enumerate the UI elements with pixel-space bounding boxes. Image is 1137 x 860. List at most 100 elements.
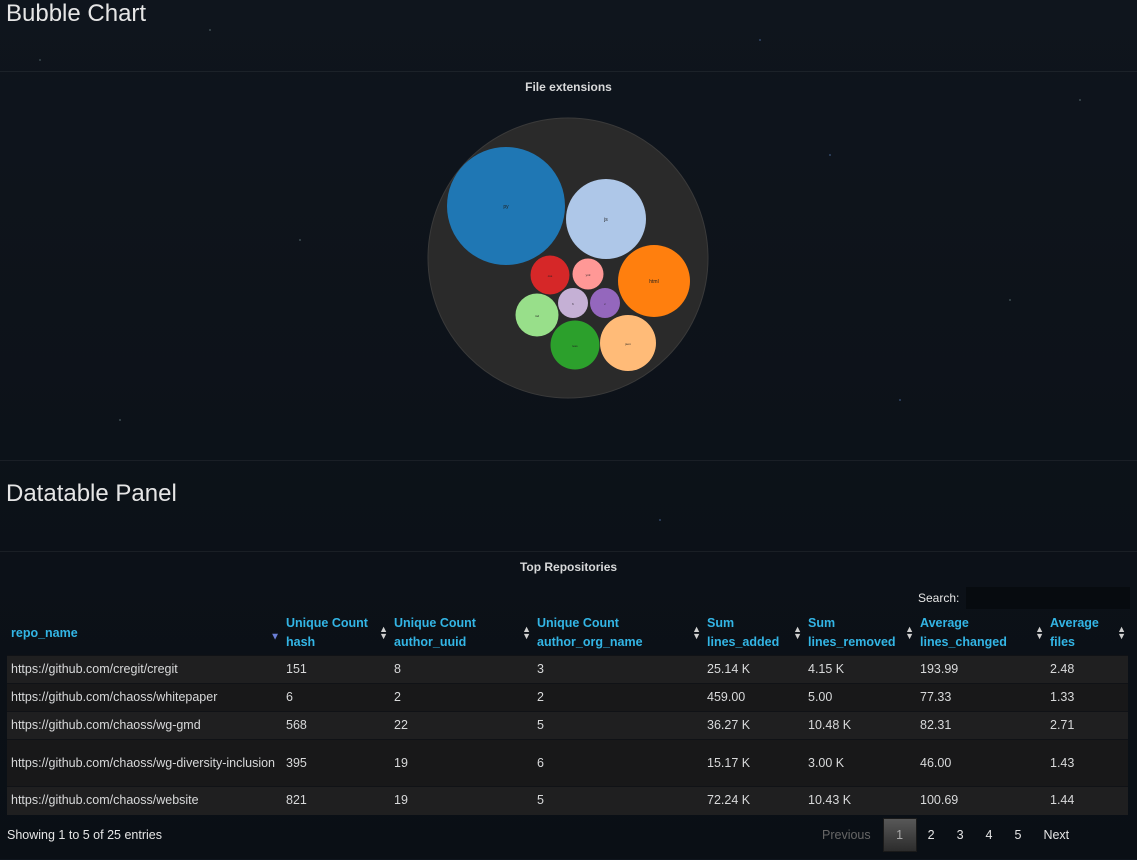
table-cell: 22 [390,711,533,740]
repositories-table: repo_name ▼ Unique Count hash ▲ ▼ Unique Count… [7,611,1128,815]
table-cell: 3 [533,655,703,684]
column-header-author-org-name[interactable]: Unique Count author_org_name ▲ ▼ [533,611,703,656]
column-header-label: Sum [707,616,735,630]
sort-icon[interactable]: ▲ ▼ [1117,625,1126,641]
next-page-button[interactable]: Next [1032,819,1080,851]
sort-icon[interactable]: ▲ ▼ [1035,625,1044,641]
sort-icon[interactable]: ▲ ▼ [522,625,531,641]
table-cell: 1.43 [1046,739,1128,787]
table-cell: 395 [282,739,390,787]
table-cell: 2 [533,683,703,712]
table-cell: 3.00 K [804,739,916,787]
column-header-author-uuid[interactable]: Unique Count author_uuid ▲ ▼ [390,611,533,656]
table-cell: 72.24 K [703,786,804,815]
bubble-label-md: md [535,314,539,318]
bubble-row-title[interactable]: Bubble Chart [6,0,146,28]
table-cell: 2 [390,683,533,712]
table-cell: 100.69 [916,786,1046,815]
column-header-sublabel: author_org_name [537,635,643,649]
search-label: Search: [918,591,960,605]
table-cell: 46.00 [916,739,1046,787]
table-cell: 1.44 [1046,786,1128,815]
bubble-label-yml: yml [586,273,591,277]
bubble-label-json: json [624,342,631,346]
table-cell: 5 [533,786,703,815]
column-header-label: Unique Count [537,616,619,630]
table-header-row: repo_name ▼ Unique Count hash ▲ ▼ Unique Count… [7,611,1128,656]
panel-title[interactable]: Top Repositories [0,560,1137,574]
table-cell: 19 [390,739,533,787]
bubble-label-less: less [572,344,578,348]
table-row: https://github.com/cregit/cregit 151 8 3 25.… [7,655,1128,684]
bubble-label-js: js [603,217,608,223]
table-cell: 5 [533,711,703,740]
table-cell: 568 [282,711,390,740]
table-cell: 1.33 [1046,683,1128,712]
column-header-sublabel: lines_added [707,635,780,649]
sort-icon[interactable]: ▲ ▼ [692,625,701,641]
table-cell: 15.17 K [703,739,804,787]
table-cell: 82.31 [916,711,1046,740]
previous-page-button[interactable]: Previous [810,819,883,851]
repo-name-cell: https://github.com/chaoss/wg-gmd [7,711,282,740]
table-cell: 4.15 K [804,655,916,684]
sort-icon[interactable]: ▲ ▼ [379,625,388,641]
table-cell: 821 [282,786,390,815]
sort-icon[interactable]: ▲ ▼ [905,625,914,641]
page-2-button[interactable]: 2 [917,819,946,851]
bubble-label-html: html [649,279,658,285]
column-header-label: Average [1050,616,1099,630]
sort-icon[interactable]: ▲ ▼ [793,625,802,641]
table-cell: 8 [390,655,533,684]
page-1-button[interactable]: 1 [882,818,917,852]
column-header-sublabel: author_uuid [394,635,467,649]
page-5-button[interactable]: 5 [1004,819,1033,851]
table-row: https://github.com/chaoss/wg-gmd 568 22 5 36… [7,711,1128,740]
table-row: https://github.com/chaoss/whitepaper 6 2 2 4… [7,683,1128,712]
column-header-label: Unique Count [286,616,368,630]
table-cell: 459.00 [703,683,804,712]
table-cell: 2.71 [1046,711,1128,740]
bubble-chart: pyjshtmljsonlessmdcss ymlch [427,117,709,399]
column-header-lines-changed[interactable]: Average lines_changed ▲ ▼ [916,611,1046,656]
table-cell: 6 [282,683,390,712]
column-header-sublabel: files [1050,635,1076,649]
page-4-button[interactable]: 4 [975,819,1004,851]
table-cell: 5.00 [804,683,916,712]
column-header-sublabel: lines_removed [808,635,896,649]
column-header-repo-name[interactable]: repo_name ▼ [7,611,282,656]
column-header-sublabel: hash [286,635,316,649]
column-header-label: Average [920,616,969,630]
table-row: https://github.com/chaoss/website 821 19 5 7… [7,786,1128,815]
column-header-label: repo_name [11,625,78,640]
bubble-label-css: css [548,274,553,278]
repo-name-cell: https://github.com/cregit/cregit [7,655,282,684]
page-3-button[interactable]: 3 [946,819,975,851]
table-cell: 36.27 K [703,711,804,740]
table-cell: 25.14 K [703,655,804,684]
repo-name-cell: https://github.com/chaoss/whitepaper [7,683,282,712]
search-input[interactable] [966,587,1130,609]
column-header-files[interactable]: Average files ▲ ▼ [1046,611,1128,656]
bubble-label-py: py [503,204,509,210]
table-info: Showing 1 to 5 of 25 entries [7,828,162,842]
column-header-label: Sum [808,616,836,630]
sort-desc-icon[interactable]: ▼ [270,627,280,646]
table-cell: 193.99 [916,655,1046,684]
repo-name-cell: https://github.com/chaoss/wg-diversity-i… [7,739,282,787]
table-cell: 19 [390,786,533,815]
column-header-lines-removed[interactable]: Sum lines_removed ▲ ▼ [804,611,916,656]
column-header-label: Unique Count [394,616,476,630]
table-cell: 6 [533,739,703,787]
table-cell: 10.48 K [804,711,916,740]
pagination: Previous 1 2 3 4 5 Next [810,818,1080,852]
column-header-lines-added[interactable]: Sum lines_added ▲ ▼ [703,611,804,656]
table-cell: 2.48 [1046,655,1128,684]
column-header-sublabel: lines_changed [920,635,1007,649]
table-row-title[interactable]: Datatable Panel [6,480,177,508]
column-header-hash[interactable]: Unique Count hash ▲ ▼ [282,611,390,656]
table-cell: 77.33 [916,683,1046,712]
repo-name-cell: https://github.com/chaoss/website [7,786,282,815]
file-extensions-panel: File extensions py js html json less md css yml… [0,71,1137,461]
table-cell: 151 [282,655,390,684]
